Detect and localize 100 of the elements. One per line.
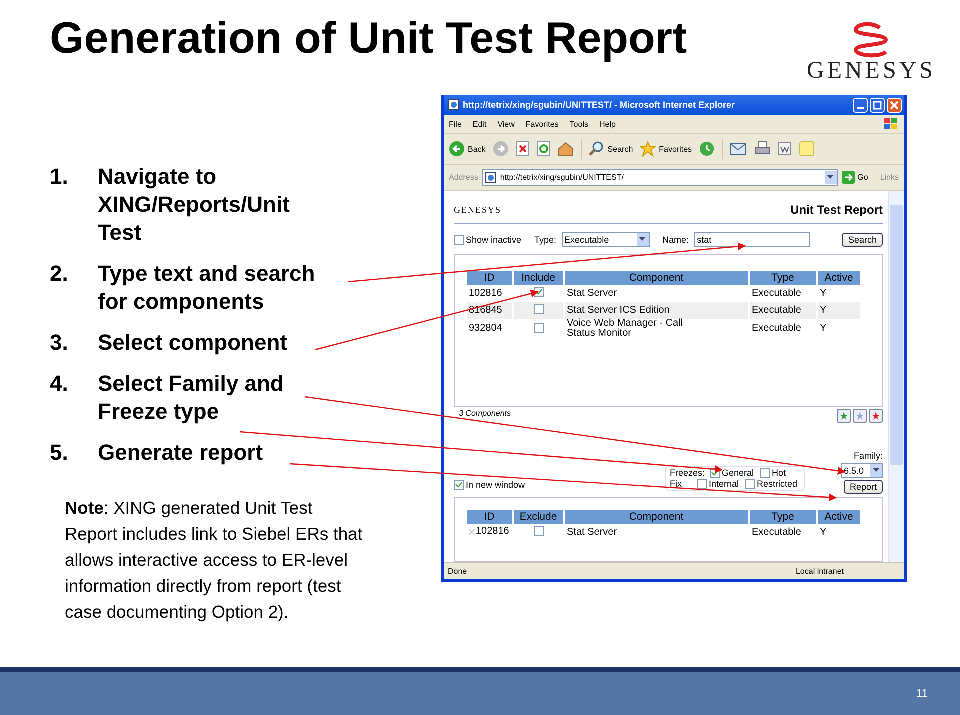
menu-item[interactable]: Help	[599, 120, 616, 128]
checkbox-label: General	[722, 468, 754, 478]
checkbox-label: Show inactive	[466, 234, 522, 244]
table-cell-text: Executable	[751, 526, 802, 540]
forward-icon[interactable]	[492, 141, 509, 157]
close-button[interactable]	[887, 98, 902, 112]
minimize-button[interactable]	[853, 98, 868, 112]
report-button[interactable]: Report	[844, 480, 883, 494]
name-label: Name:	[662, 234, 690, 244]
new-window-checkbox[interactable]	[454, 480, 464, 490]
document-icon[interactable]	[778, 142, 792, 156]
table-cell-text: Stat Server	[566, 286, 618, 300]
address-label: Address	[449, 173, 478, 182]
favorites-button[interactable]: Favorites	[640, 141, 692, 157]
table-cell: Stat Server ICS Edition	[565, 302, 748, 319]
type-dropdown[interactable]: Executable	[562, 232, 650, 247]
zone-label: Local intranet	[796, 566, 844, 576]
table-cell-text: Stat Server	[566, 526, 618, 540]
family-dropdown[interactable]: 6.5.0	[841, 463, 883, 478]
table-cell-text: Executable	[751, 322, 802, 336]
table-cell: Executable	[750, 302, 816, 319]
scrollbar[interactable]	[888, 191, 904, 562]
history-icon[interactable]	[699, 141, 716, 157]
fix-label: Fix	[670, 479, 683, 489]
column-header: Component	[565, 271, 748, 285]
home-icon[interactable]	[558, 141, 574, 157]
window-title: http://tetrix/xing/sgubin/UNITTEST/ - Microsoft Internet Explorer	[463, 100, 736, 110]
table-cell-text: 102816	[468, 286, 504, 300]
table-cell-text: Voice Web Manager - Call Status Monitor	[566, 319, 684, 339]
star-icon	[640, 141, 656, 157]
include-checkbox[interactable]	[534, 322, 544, 332]
exclude-checkbox[interactable]	[534, 526, 544, 536]
column-header: Type	[750, 271, 816, 285]
go-arrow-icon	[842, 171, 855, 184]
step-text: Select component	[98, 329, 288, 357]
menu-item[interactable]: File	[449, 120, 462, 128]
page-icon	[448, 99, 460, 111]
freezes-label: Freezes:	[670, 468, 704, 478]
step-number: 3.	[50, 329, 70, 357]
windows-flag-icon	[883, 117, 899, 131]
column-header: ID	[467, 510, 512, 524]
table-cell-text: Y	[819, 286, 828, 300]
checkbox-label: Restricted	[757, 479, 798, 489]
dropdown-arrow-icon	[827, 175, 834, 180]
column-header: Active	[818, 271, 860, 285]
fix-checkbox[interactable]	[697, 479, 707, 489]
remove-icon[interactable]	[469, 529, 475, 535]
checkbox-label: Hot	[772, 468, 786, 478]
menu-item[interactable]: Tools	[570, 120, 588, 128]
refresh-icon[interactable]	[536, 141, 551, 157]
name-input[interactable]: stat	[694, 232, 810, 247]
step-text: Select Family and Freeze type	[98, 370, 285, 426]
back-button[interactable]: Back	[449, 141, 486, 157]
star-button[interactable]	[837, 409, 851, 423]
menu-item[interactable]: Edit	[472, 120, 487, 128]
checkbox-label: Internal	[709, 479, 740, 489]
menu-item[interactable]: View	[498, 120, 515, 128]
status-text: Done	[448, 566, 468, 576]
note-icon[interactable]	[799, 141, 816, 157]
address-field[interactable]: http://tetrix/xing/sgubin/UNITTEST/	[482, 169, 838, 186]
dropdown-arrow-icon	[639, 237, 646, 242]
step-text: Generate report	[98, 439, 264, 467]
close-icon	[890, 100, 899, 110]
maximize-button[interactable]	[870, 98, 885, 112]
go-button[interactable]: Go	[842, 171, 868, 184]
column-header: Exclude	[514, 510, 563, 524]
star-button[interactable]	[869, 409, 883, 423]
fix-checkbox[interactable]	[745, 479, 756, 489]
minimize-icon	[857, 107, 864, 109]
column-header: Component	[565, 510, 748, 524]
family-label: Family:	[854, 451, 883, 461]
table-cell-text: Y	[819, 526, 828, 540]
search-icon	[588, 141, 605, 157]
table-cell-text: Y	[819, 322, 828, 336]
dropdown-arrow-icon	[872, 468, 880, 473]
column-header: Include	[514, 271, 563, 285]
checkbox-label: In new window	[466, 480, 526, 490]
stop-icon[interactable]	[516, 141, 530, 157]
column-header: ID	[467, 271, 512, 285]
printer-icon[interactable]	[755, 141, 772, 157]
mail-icon[interactable]	[730, 141, 748, 157]
slide-title: Generation of Unit Test Report	[50, 14, 688, 65]
search-button[interactable]: Search	[588, 141, 634, 157]
star-button[interactable]	[853, 409, 867, 423]
component-count: 3 Components	[459, 409, 512, 419]
step-text: Type text and search for components	[98, 260, 316, 316]
step-text: Navigate to XING/Reports/Unit Test	[98, 163, 291, 247]
menu-item[interactable]: Favorites	[526, 120, 559, 128]
include-checkbox[interactable]	[534, 304, 544, 314]
table-cell: 102816	[467, 524, 512, 541]
step-number: 2.	[50, 260, 70, 288]
company-logo-text: GENESYS	[454, 205, 502, 215]
step-number: 1.	[50, 163, 70, 191]
note-paragraph: Note: XING generated Unit Test Report includes link to Siebel ERs that allows interactive access to ER-level information directly from report (test case documenting Option 2).	[65, 497, 364, 624]
maximize-icon	[873, 100, 882, 110]
company-logo-text: GENESYS	[806, 58, 936, 85]
table-cell-text: Executable	[751, 286, 802, 300]
search-button[interactable]: Search	[842, 232, 883, 246]
freeze-checkbox[interactable]	[760, 468, 770, 478]
page-number: 11	[916, 688, 928, 700]
